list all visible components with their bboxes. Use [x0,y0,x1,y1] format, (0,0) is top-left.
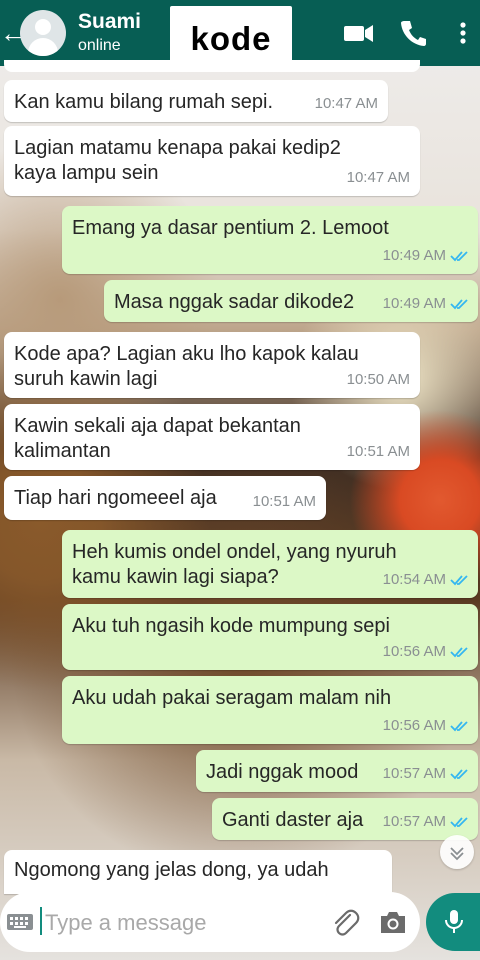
message-text: Emang ya dasar pentium 2. Lemoot [72,217,389,239]
attach-icon[interactable] [330,908,360,938]
read-ticks-icon [450,768,468,779]
message-text: Ngomong yang jelas dong, ya udah [14,859,329,881]
message-outgoing[interactable]: Masa nggak sadar dikode2 10:49 AM [104,280,478,322]
message-time: 10:56 AM [382,643,446,660]
camera-icon[interactable] [378,908,408,936]
message-time: 10:57 AM [382,813,446,830]
message-outgoing[interactable]: Aku udah pakai seragam malam nih 10:56 A… [62,676,478,744]
message-time: 10:51 AM [252,493,316,510]
message-time: 10:50 AM [346,371,410,388]
message-outgoing[interactable]: Ganti daster aja 10:57 AM [212,798,478,840]
more-menu-icon[interactable] [452,18,474,48]
message-time: 10:49 AM [382,295,446,312]
read-ticks-icon [450,250,468,261]
read-ticks-icon [450,720,468,731]
chevron-down-icon [450,847,464,861]
back-arrow-icon[interactable]: ← [0,18,26,48]
video-call-icon[interactable] [342,18,376,48]
message-text: Ganti daster aja [222,809,364,831]
read-ticks-icon [450,298,468,309]
mic-button[interactable] [426,893,480,951]
message-text: Aku udah pakai seragam malam nih [72,687,392,709]
message-time: 10:51 AM [346,443,410,460]
message-incoming[interactable]: Kawin sekali aja dapat bekantan kalimant… [4,404,420,470]
message-time: 10:49 AM [382,247,446,264]
read-ticks-icon [450,646,468,657]
message-outgoing[interactable]: Jadi nggak mood 10:57 AM [196,750,478,792]
message-text: Kawin sekali aja dapat bekantan kalimant… [14,415,301,462]
scroll-down-button[interactable] [440,835,474,869]
message-outgoing[interactable]: Emang ya dasar pentium 2. Lemoot 10:49 A… [62,206,478,274]
avatar[interactable] [20,10,66,56]
message-text: Kan kamu bilang rumah sepi. [14,91,274,113]
keyboard-icon[interactable] [6,912,34,932]
message-incoming[interactable]: Kan kamu bilang rumah sepi. 10:47 AM [4,80,388,122]
message-text: Heh kumis ondel ondel, yang nyuruh kamu … [72,541,397,588]
previous-message-edge [4,60,420,72]
read-ticks-icon [450,574,468,585]
message-time: 10:54 AM [382,571,446,588]
message-incoming[interactable]: Tiap hari ngomeeel aja 10:51 AM [4,476,326,520]
message-text: Aku tuh ngasih kode mumpung sepi [72,615,390,637]
message-text: Kode apa? Lagian aku lho kapok kalau sur… [14,343,359,390]
message-incoming[interactable]: Kode apa? Lagian aku lho kapok kalau sur… [4,332,420,398]
mic-icon [445,910,463,933]
read-ticks-icon [450,816,468,827]
message-text: Tiap hari ngomeeel aja [14,487,217,509]
message-text: Lagian matamu kenapa pakai kedip2 kaya l… [14,137,341,184]
message-incoming[interactable]: Lagian matamu kenapa pakai kedip2 kaya l… [4,126,420,196]
message-incoming[interactable]: Ngomong yang jelas dong, ya udah [4,850,392,894]
contact-status: online [78,37,121,54]
phone-icon[interactable] [396,18,430,48]
message-text: Jadi nggak mood [206,761,359,783]
message-outgoing[interactable]: Aku tuh ngasih kode mumpung sepi 10:56 A… [62,604,478,670]
message-input-bar [0,892,420,952]
message-outgoing[interactable]: Heh kumis ondel ondel, yang nyuruh kamu … [62,530,478,598]
contact-name[interactable]: Suami [78,10,141,34]
message-time: 10:57 AM [382,765,446,782]
message-time: 10:47 AM [346,169,410,186]
message-time: 10:56 AM [382,717,446,734]
message-input[interactable] [43,904,317,942]
message-text: Masa nggak sadar dikode2 [114,291,355,313]
text-caret [40,907,42,935]
message-time: 10:47 AM [314,95,378,112]
